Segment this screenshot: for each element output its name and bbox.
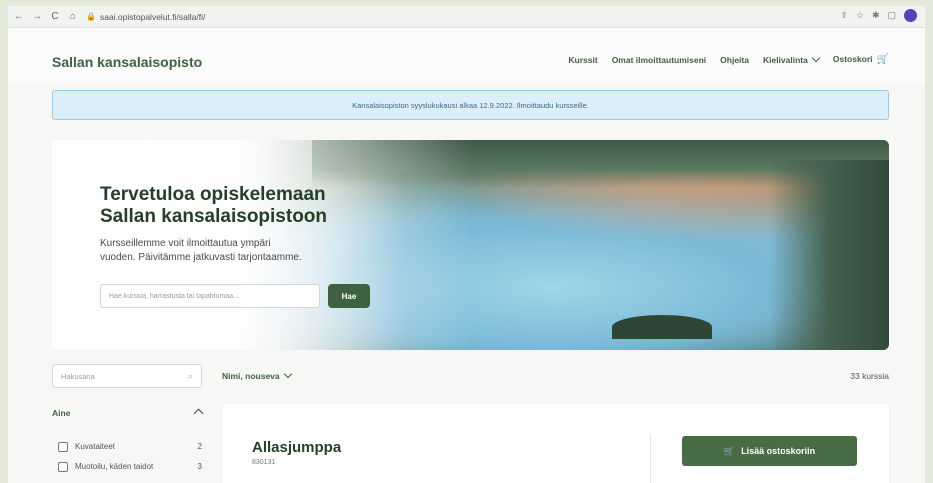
browser-actions: ⇪ ☆ ✱ ▢ [840, 9, 917, 22]
hero-forest-edge [769, 160, 889, 350]
main-navigation: Kurssit Omat ilmoittautumiseni Ohjeita K… [568, 53, 889, 65]
keyword-search-input[interactable]: Hakusana ⌕ [52, 364, 202, 388]
cart-icon: 🛒 [876, 54, 889, 65]
subject-label: Kuvataiteet [75, 442, 116, 451]
nav-language-label: Kielivalinta [762, 54, 808, 65]
subject-filter-item[interactable]: Kuvataiteet 2 [58, 442, 202, 452]
subject-label: Muotoilu, käden taidot [75, 462, 154, 471]
course-id: 830131 [252, 459, 276, 466]
subject-heading: Aine [52, 408, 71, 418]
site-header: Sallan kansalaisopisto Kurssit Omat ilmo… [8, 28, 925, 84]
course-name[interactable]: Allasjumppa [252, 439, 341, 456]
hero-island [612, 315, 712, 339]
nav-cart-label: Ostoskori [832, 54, 873, 64]
bookmark-star-icon[interactable]: ☆ [856, 10, 864, 21]
hero-subtitle-line2: vuoden. Päivitämme jatkuvasti tarjontaam… [100, 252, 302, 263]
share-icon[interactable]: ⇪ [840, 10, 848, 21]
sort-label: Nimi, nouseva [222, 371, 280, 381]
add-to-cart-label: Lisää ostoskoriin [741, 446, 816, 456]
subject-count: 2 [197, 442, 202, 451]
nav-my-registrations[interactable]: Omat ilmoittautumiseni [612, 55, 706, 65]
hero-search-button[interactable]: Hae [328, 284, 370, 308]
result-count: 33 kurssia [850, 371, 889, 381]
back-icon[interactable]: ← [12, 10, 26, 24]
profile-avatar[interactable] [904, 9, 917, 22]
site-brand[interactable]: Sallan kansalaisopisto [52, 54, 202, 70]
hero-subtitle: Kursseillemme voit ilmoittautua ympäri v… [100, 237, 400, 265]
reload-icon[interactable]: C [48, 10, 62, 24]
card-divider [650, 434, 651, 483]
forward-icon[interactable]: → [30, 10, 44, 24]
hero-banner: Tervetuloa opiskelemaan Sallan kansalais… [52, 140, 889, 350]
subject-count: 3 [197, 462, 202, 471]
nav-courses[interactable]: Kurssit [568, 55, 597, 65]
search-icon[interactable]: ⌕ [188, 371, 193, 382]
browser-toolbar: ← → C ⌂ 🔒 saai.opistopalvelut.fi/salla/f… [8, 6, 925, 28]
cart-icon: 🛒 [723, 445, 736, 456]
chevron-down-icon [283, 369, 292, 379]
subject-filter-item[interactable]: Muotoilu, käden taidot 3 [58, 462, 202, 472]
notice-text: Kansalaisopiston syyslukukausi alkaa 12.… [352, 100, 589, 110]
nav-language[interactable]: Kielivalinta [762, 53, 821, 65]
notice-banner: Kansalaisopiston syyslukukausi alkaa 12.… [52, 90, 889, 120]
home-icon[interactable]: ⌂ [66, 10, 80, 24]
checkbox[interactable] [58, 462, 68, 472]
hero-search-input[interactable]: Hae kurssia, harrastusta tai tapahtumaa.… [100, 284, 320, 308]
sidebar-icon[interactable]: ▢ [887, 10, 896, 21]
course-card: Allasjumppa 830131 🛒 Lisää ostoskoriin [222, 404, 889, 483]
browser-window: ← → C ⌂ 🔒 saai.opistopalvelut.fi/salla/f… [8, 6, 925, 483]
subject-filter-toggle[interactable]: Aine [52, 408, 204, 419]
add-to-cart-button[interactable]: 🛒 Lisää ostoskoriin [682, 436, 857, 466]
chevron-down-icon [811, 53, 821, 62]
hero-subtitle-line1: Kursseillemme voit ilmoittautua ympäri [100, 238, 271, 249]
nav-help[interactable]: Ohjeita [720, 55, 749, 65]
chevron-up-icon [193, 408, 204, 419]
hero-title: Tervetuloa opiskelemaan Sallan kansalais… [100, 184, 420, 228]
sort-dropdown[interactable]: Nimi, nouseva [222, 369, 292, 381]
address-bar[interactable]: saai.opistopalvelut.fi/salla/fi/ [100, 12, 205, 22]
hero-search-placeholder: Hae kurssia, harrastusta tai tapahtumaa.… [109, 292, 239, 300]
checkbox[interactable] [58, 442, 68, 452]
keyword-search-placeholder: Hakusana [61, 371, 95, 381]
lock-icon: 🔒 [86, 12, 96, 21]
extensions-icon[interactable]: ✱ [872, 10, 880, 21]
hero-title-line2: Sallan kansalaisopistoon [100, 206, 328, 227]
nav-cart[interactable]: Ostoskori 🛒 [833, 54, 889, 65]
hero-title-line1: Tervetuloa opiskelemaan [100, 184, 326, 205]
